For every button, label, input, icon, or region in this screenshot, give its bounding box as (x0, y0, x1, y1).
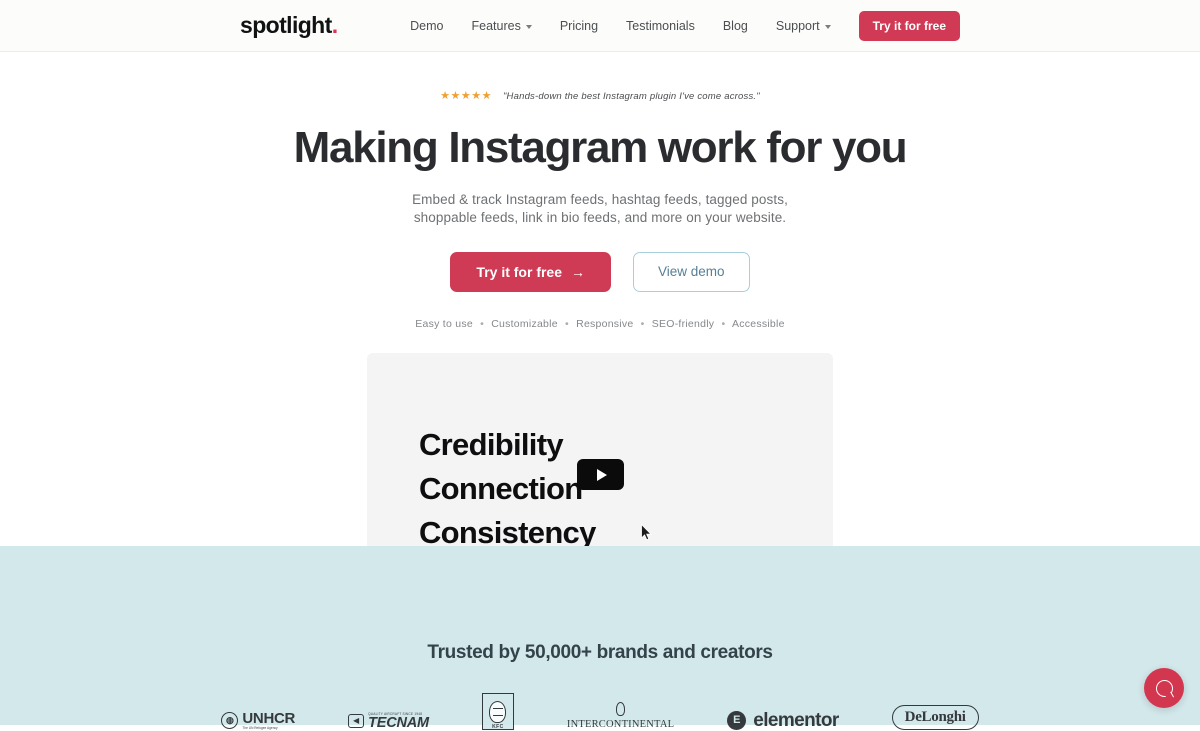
trusted-title: Trusted by 50,000+ brands and creators (0, 546, 1200, 664)
nav-item-demo[interactable]: Demo (396, 19, 457, 33)
try-it-free-button[interactable]: Try it for free → (450, 252, 611, 292)
nav-label: Pricing (560, 19, 598, 33)
rating-quote: "Hands-down the best Instagram plugin I'… (503, 91, 760, 102)
header-try-free-button[interactable]: Try it for free (859, 11, 960, 41)
feature-item-2: Responsive (576, 318, 633, 330)
page-title: Making Instagram work for you (0, 124, 1200, 172)
arrow-right-icon: → (571, 264, 585, 280)
feature-item-1: Customizable (491, 318, 558, 330)
video-headline: Credibility Connection Consistency (419, 423, 596, 555)
chevron-down-icon (825, 25, 831, 29)
nav-item-features[interactable]: Features (457, 19, 545, 33)
view-demo-button[interactable]: View demo (633, 252, 750, 292)
nav-label: Blog (723, 19, 748, 33)
rating-row: ★★★★★ "Hands-down the best Instagram plu… (0, 88, 1200, 104)
nav-label: Testimonials (626, 19, 695, 33)
feature-item-0: Easy to use (415, 318, 473, 330)
nav-item-support[interactable]: Support (762, 19, 845, 33)
brand-logo-delonghi: DeLonghi (892, 705, 979, 730)
cta-row: Try it for free → View demo (0, 252, 1200, 292)
try-it-free-label: Try it for free (476, 264, 562, 280)
brand-logo-tecnam: ◀ QUALITY AIRCRAFT SINCE 1948 TECNAM (348, 712, 429, 731)
brand-logo-row: ◍ UNHCR The UN Refugee Agency ◀ QUALITY … (0, 690, 1200, 730)
hero-subtitle-line2: shoppable feeds, link in bio feeds, and … (414, 210, 786, 225)
hero-subtitle: Embed & track Instagram feeds, hashtag f… (0, 191, 1200, 226)
video-line-1: Credibility (419, 423, 596, 467)
hero-subtitle-line1: Embed & track Instagram feeds, hashtag f… (412, 192, 788, 207)
brand-name: elementor (753, 711, 838, 730)
chat-bubble-icon (1156, 680, 1173, 697)
mouse-cursor (641, 524, 653, 542)
nav-item-pricing[interactable]: Pricing (546, 19, 612, 33)
nav-label: Support (776, 19, 820, 33)
site-header: spotlight. Demo Features Pricing Testimo… (0, 0, 1200, 52)
logo-dot: . (332, 12, 338, 38)
feature-item-4: Accessible (732, 318, 785, 330)
unhcr-emblem-icon: ◍ (221, 712, 238, 729)
nav-item-testimonials[interactable]: Testimonials (612, 19, 709, 33)
header-inner: spotlight. Demo Features Pricing Testimo… (240, 0, 960, 51)
feature-separator: • (561, 318, 573, 330)
nav-label: Demo (410, 19, 443, 33)
feature-separator: • (476, 318, 488, 330)
intercontinental-crown-icon (616, 702, 625, 716)
logo-text: spotlight (240, 12, 332, 38)
trusted-section: Trusted by 50,000+ brands and creators ◍… (0, 546, 1200, 725)
main-navigation: Demo Features Pricing Testimonials Blog … (396, 11, 960, 41)
brand-name: TECNAM (368, 716, 429, 731)
play-icon (597, 469, 607, 481)
elementor-emblem-icon: E (727, 711, 746, 730)
feature-list: Easy to use • Customizable • Responsive … (0, 318, 1200, 330)
brand-logo-kfc: KFC (482, 693, 514, 730)
play-button[interactable] (577, 459, 624, 490)
brand-logo-intercontinental: INTERCONTINENTAL (567, 702, 674, 730)
site-logo[interactable]: spotlight. (240, 14, 337, 37)
feature-separator: • (717, 318, 729, 330)
hero-section: ★★★★★ "Hands-down the best Instagram plu… (0, 52, 1200, 617)
brand-subtitle: The UN Refugee Agency (242, 726, 295, 730)
brand-logo-elementor: E elementor (727, 711, 838, 730)
nav-item-blog[interactable]: Blog (709, 19, 762, 33)
tecnam-emblem-icon: ◀ (348, 714, 364, 728)
kfc-colonel-icon (489, 701, 506, 723)
video-line-2: Connection (419, 467, 596, 511)
feature-separator: • (637, 318, 649, 330)
brand-logo-unhcr: ◍ UNHCR The UN Refugee Agency (221, 711, 295, 730)
chat-widget-button[interactable] (1144, 668, 1184, 708)
brand-name: UNHCR (242, 711, 295, 726)
nav-label: Features (471, 19, 520, 33)
chevron-down-icon (526, 25, 532, 29)
star-rating-icon: ★★★★★ (440, 91, 492, 102)
feature-item-3: SEO-friendly (652, 318, 715, 330)
